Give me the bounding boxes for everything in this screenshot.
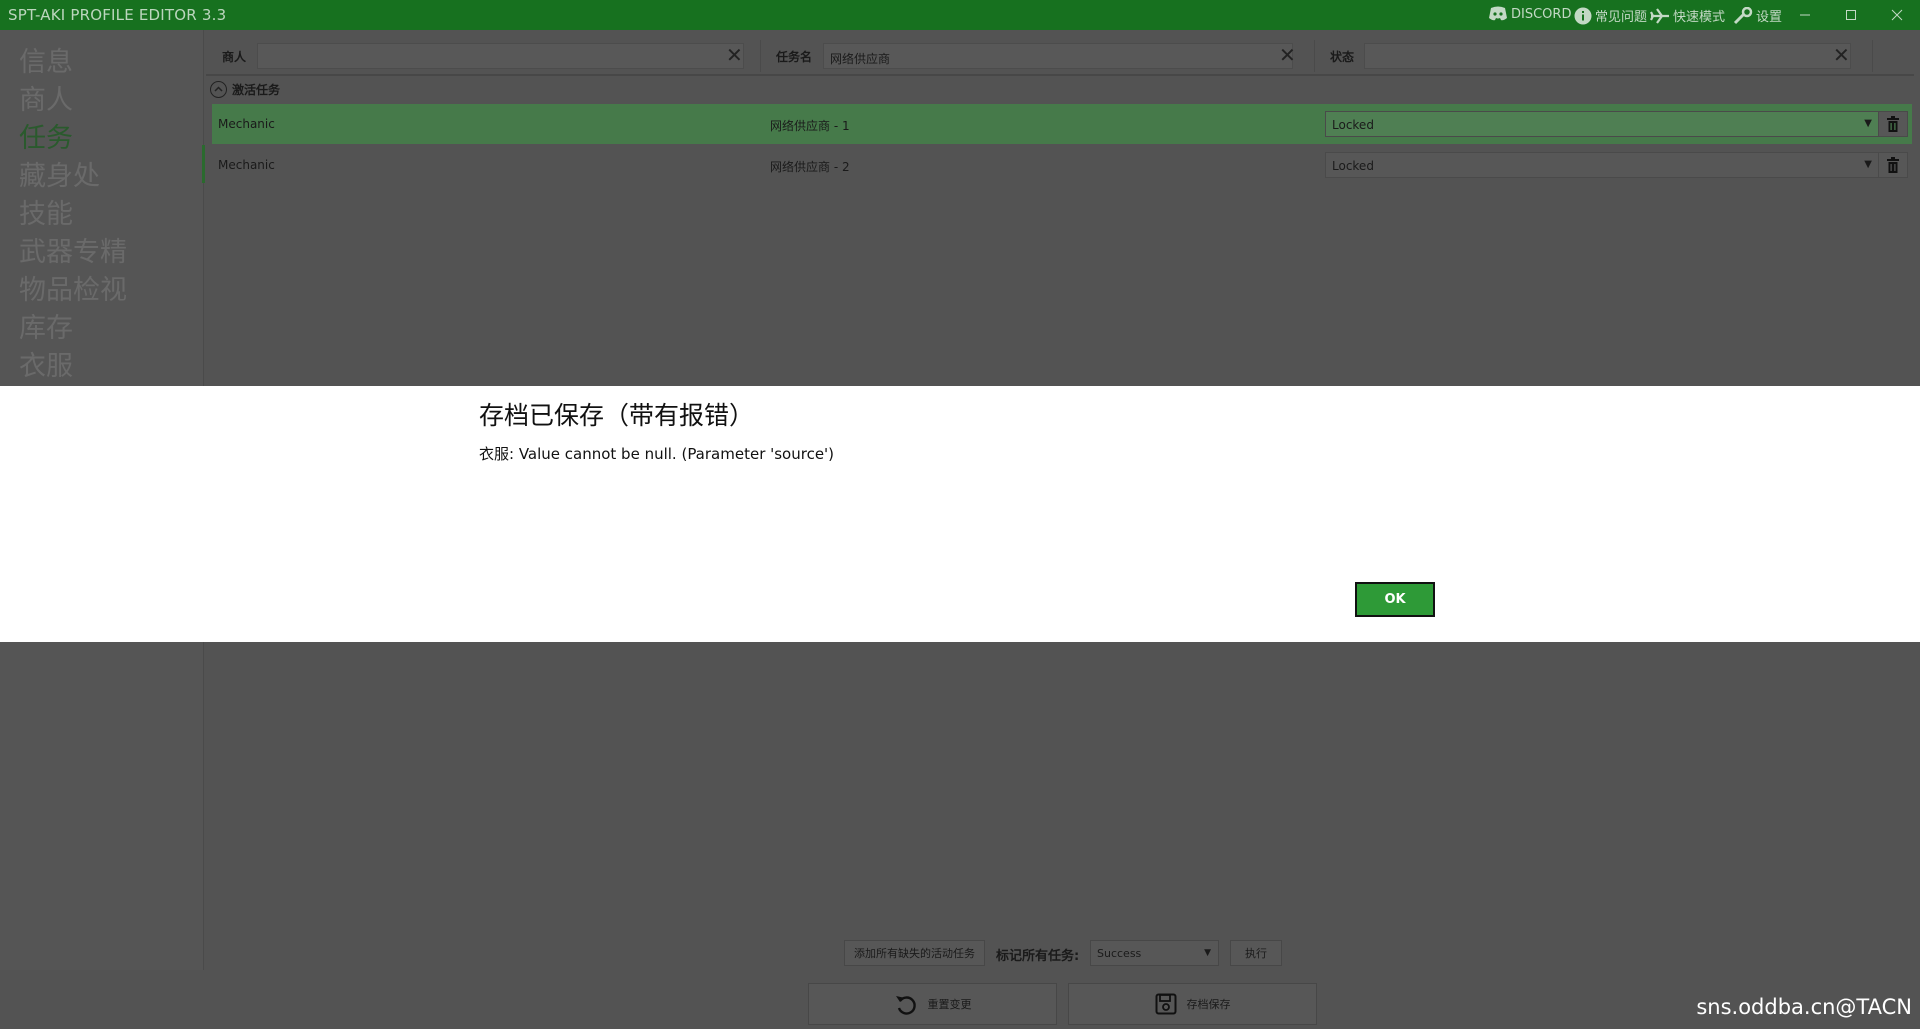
app-title: SPT-AKI PROFILE EDITOR 3.3 bbox=[8, 6, 227, 24]
sidebar-item-weapon-mastery[interactable]: 武器专精 bbox=[19, 230, 127, 269]
dialog-title: 存档已保存（带有报错） bbox=[479, 401, 755, 430]
reset-changes-label: 重置变更 bbox=[927, 998, 972, 1011]
faq-label: 常见问题 bbox=[1595, 10, 1648, 25]
settings-label: 设置 bbox=[1756, 10, 1783, 25]
collapse-chevron-up-icon[interactable] bbox=[210, 80, 227, 98]
quest-row[interactable]: Mechanic 网络供应商 - 1 Locked ▼ bbox=[212, 104, 1912, 144]
execute-button[interactable]: 执行 bbox=[1230, 940, 1282, 966]
quest-name: 网络供应商 - 2 bbox=[770, 160, 850, 174]
filter-separator bbox=[1314, 40, 1315, 72]
trader-filter-label: 商人 bbox=[222, 50, 247, 64]
chevron-down-icon: ▼ bbox=[1864, 159, 1872, 170]
save-profile-label: 存档保存 bbox=[1186, 998, 1231, 1011]
quest-status-select[interactable]: Locked ▼ bbox=[1325, 111, 1880, 137]
reset-changes-button[interactable]: 重置变更 bbox=[808, 983, 1057, 1025]
active-quests-group-label: 激活任务 bbox=[232, 82, 281, 97]
status-filter-input[interactable] bbox=[1364, 43, 1851, 69]
delete-quest-button[interactable] bbox=[1878, 152, 1908, 178]
maximize-button[interactable] bbox=[1828, 0, 1874, 30]
quest-trader: Mechanic bbox=[218, 158, 275, 172]
trader-clear-icon[interactable]: ✕ bbox=[726, 45, 743, 65]
airplane-icon bbox=[1650, 7, 1669, 24]
status-clear-icon[interactable]: ✕ bbox=[1833, 45, 1850, 65]
fast-mode-label: 快速模式 bbox=[1673, 10, 1726, 25]
save-icon bbox=[1155, 993, 1176, 1015]
maximize-icon bbox=[1846, 10, 1856, 20]
quest-filter-label: 任务名 bbox=[776, 50, 813, 64]
sidebar-item-traders[interactable]: 商人 bbox=[19, 78, 73, 117]
quest-row[interactable]: Mechanic 网络供应商 - 2 Locked ▼ bbox=[212, 145, 1912, 185]
sidebar-item-clothing[interactable]: 衣服 bbox=[19, 344, 73, 383]
fast-mode-button[interactable]: 快速模式 bbox=[1650, 6, 1725, 25]
chevron-down-icon: ▼ bbox=[1204, 948, 1211, 958]
save-profile-button[interactable]: 存档保存 bbox=[1068, 983, 1317, 1025]
quest-clear-icon[interactable]: ✕ bbox=[1279, 45, 1296, 65]
discord-icon bbox=[1489, 6, 1507, 21]
wrench-icon bbox=[1733, 6, 1753, 24]
active-nav-indicator bbox=[202, 145, 205, 183]
faq-button[interactable]: 常见问题 bbox=[1574, 6, 1647, 25]
discord-label: DISCORD bbox=[1511, 6, 1572, 22]
ok-button[interactable]: OK bbox=[1355, 582, 1435, 617]
close-window-button[interactable] bbox=[1874, 0, 1920, 30]
mark-all-status-value: Success bbox=[1097, 946, 1142, 960]
quest-filters: 商人 ✕ 任务名 网络供应商 ✕ 状态 ✕ bbox=[206, 36, 1920, 74]
sidebar-item-info[interactable]: 信息 bbox=[19, 40, 73, 79]
quest-status-value: Locked bbox=[1332, 118, 1374, 132]
trash-icon bbox=[1887, 116, 1899, 132]
discord-button[interactable]: DISCORD bbox=[1488, 6, 1571, 22]
minimize-icon bbox=[1800, 14, 1810, 16]
status-filter-label: 状态 bbox=[1330, 50, 1355, 64]
filter-divider bbox=[206, 74, 1914, 76]
trash-icon bbox=[1887, 157, 1899, 173]
filter-separator bbox=[760, 40, 761, 72]
watermark: sns.oddba.cn@TACN bbox=[1696, 995, 1912, 1019]
quest-status-value: Locked bbox=[1332, 159, 1374, 173]
quest-status-select[interactable]: Locked ▼ bbox=[1325, 152, 1880, 178]
chevron-down-icon: ▼ bbox=[1864, 118, 1872, 129]
info-icon bbox=[1574, 7, 1592, 24]
add-missing-quests-button[interactable]: 添加所有缺失的活动任务 bbox=[844, 940, 985, 966]
close-icon bbox=[1891, 9, 1903, 21]
undo-icon bbox=[895, 996, 916, 1015]
sidebar-item-skills[interactable]: 技能 bbox=[19, 192, 73, 231]
mark-all-status-select[interactable]: Success ▼ bbox=[1090, 940, 1219, 966]
settings-button[interactable]: 设置 bbox=[1733, 6, 1782, 25]
quest-name: 网络供应商 - 1 bbox=[770, 119, 850, 133]
minimize-button[interactable] bbox=[1782, 0, 1828, 30]
quest-filter-input[interactable]: 网络供应商 bbox=[823, 43, 1293, 69]
delete-quest-button[interactable] bbox=[1878, 111, 1908, 137]
title-bar: SPT-AKI PROFILE EDITOR 3.3 DISCORD 常见问题 … bbox=[0, 0, 1920, 30]
quest-trader: Mechanic bbox=[218, 117, 275, 131]
sidebar-item-item-examine[interactable]: 物品检视 bbox=[19, 268, 127, 307]
mark-all-quests-label: 标记所有任务: bbox=[996, 949, 1080, 964]
sidebar-item-quests[interactable]: 任务 bbox=[19, 116, 73, 155]
dialog-message: 衣服: Value cannot be null. (Parameter 'so… bbox=[479, 445, 835, 463]
sidebar-item-stash[interactable]: 库存 bbox=[19, 306, 73, 345]
save-result-dialog: 存档已保存（带有报错） 衣服: Value cannot be null. (P… bbox=[0, 386, 1920, 642]
active-quests-group-header[interactable]: 激活任务 bbox=[210, 79, 280, 99]
trader-filter-input[interactable] bbox=[257, 43, 744, 69]
sidebar-item-hideout[interactable]: 藏身处 bbox=[19, 154, 100, 193]
filter-separator bbox=[1872, 40, 1873, 72]
